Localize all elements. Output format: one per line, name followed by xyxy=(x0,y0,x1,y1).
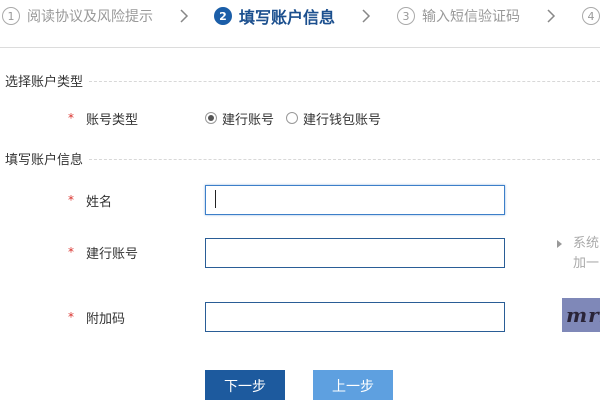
required-mark: * xyxy=(68,245,74,259)
step-number: 4 xyxy=(582,7,600,25)
extra-code-label: * 附加码 xyxy=(68,307,125,327)
triangle-right-icon xyxy=(557,240,562,248)
step-label: 阅读协议及风险提示 xyxy=(27,9,153,25)
section-label: 填写账户信息 xyxy=(5,152,84,168)
required-mark: * xyxy=(68,111,74,125)
hint-line-2: 加一 xyxy=(573,256,600,271)
account-type-label: * 账号类型 xyxy=(68,108,138,128)
account-type-radio-group: 建行账号 建行钱包账号 xyxy=(205,108,393,128)
extra-code-input[interactable] xyxy=(205,302,505,332)
field-label: 建行账号 xyxy=(86,246,139,262)
radio-ccb-wallet-account[interactable]: 建行钱包账号 xyxy=(286,109,381,128)
previous-step-button[interactable]: 上一步 xyxy=(313,370,393,400)
step-label: 填写账户信息 xyxy=(239,8,336,27)
name-label: * 姓名 xyxy=(68,190,112,210)
field-label: 姓名 xyxy=(86,194,113,210)
hint-line-1: 系统 xyxy=(573,236,600,251)
radio-label: 建行钱包账号 xyxy=(303,112,382,128)
step-3: 3 输入短信验证码 xyxy=(397,5,520,27)
step-2: 2 填写账户信息 xyxy=(214,5,335,27)
radio-label: 建行账号 xyxy=(222,112,275,128)
next-step-button[interactable]: 下一步 xyxy=(205,370,285,400)
step-indicator: 1 阅读协议及风险提示 2 填写账户信息 3 输入短信验证码 4 xyxy=(0,0,600,48)
text-caret xyxy=(215,190,216,208)
name-input[interactable] xyxy=(205,185,505,215)
field-label: 账号类型 xyxy=(86,112,139,128)
chevron-right-icon xyxy=(178,6,190,26)
account-number-label: * 建行账号 xyxy=(68,242,138,262)
section-divider xyxy=(89,158,600,160)
captcha-image[interactable]: mr3 xyxy=(562,298,600,332)
step-4: 4 xyxy=(582,5,600,27)
step-number: 2 xyxy=(214,7,232,25)
step-label: 输入短信验证码 xyxy=(422,9,520,25)
required-mark: * xyxy=(68,193,74,207)
step-number: 1 xyxy=(2,7,20,25)
radio-checked-icon[interactable] xyxy=(205,112,217,124)
chevron-right-icon xyxy=(545,6,557,26)
section-title-account-type: 选择账户类型 xyxy=(5,70,600,90)
captcha-text: mr3 xyxy=(566,303,600,327)
account-number-input[interactable] xyxy=(205,238,505,268)
required-mark: * xyxy=(68,310,74,324)
section-title-account-info: 填写账户信息 xyxy=(5,148,600,168)
step-number: 3 xyxy=(397,7,415,25)
chevron-right-icon xyxy=(360,6,372,26)
radio-unchecked-icon[interactable] xyxy=(286,112,299,124)
section-label: 选择账户类型 xyxy=(5,74,84,90)
radio-ccb-account[interactable]: 建行账号 xyxy=(205,109,274,128)
step-1: 1 阅读协议及风险提示 xyxy=(2,5,153,27)
field-label: 附加码 xyxy=(86,311,126,327)
section-divider xyxy=(89,80,600,82)
